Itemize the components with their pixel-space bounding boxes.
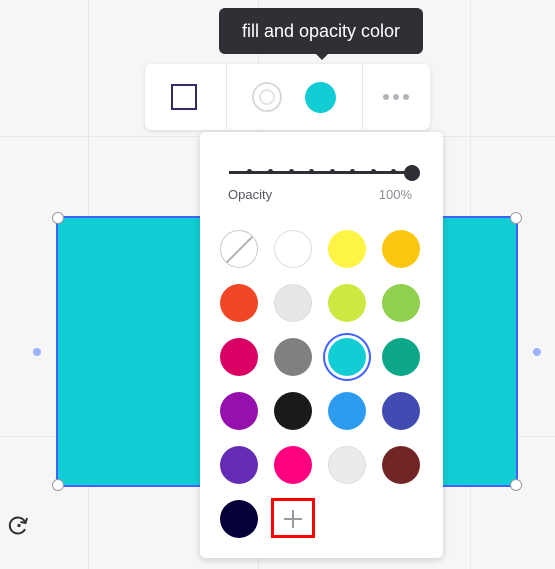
toolbar-divider <box>226 64 227 130</box>
square-outline-icon[interactable] <box>171 84 197 110</box>
connector-point-right[interactable] <box>533 348 541 356</box>
color-swatch[interactable] <box>328 392 366 430</box>
color-swatch[interactable] <box>382 392 420 430</box>
tooltip: fill and opacity color <box>219 8 423 54</box>
opacity-label: Opacity <box>228 187 273 202</box>
resize-handle-bottom-left[interactable] <box>52 479 64 491</box>
color-swatch[interactable] <box>382 338 420 376</box>
color-swatch[interactable] <box>220 500 258 538</box>
color-swatch[interactable] <box>274 284 312 322</box>
resize-handle-bottom-right[interactable] <box>510 479 522 491</box>
no-fill-swatch[interactable] <box>220 230 258 268</box>
plus-icon[interactable] <box>271 498 315 538</box>
toolbar-divider <box>362 64 363 130</box>
color-picker-popover: Opacity 100% <box>200 132 443 558</box>
context-toolbar <box>145 64 430 130</box>
color-swatch[interactable] <box>328 284 366 322</box>
resize-handle-top-right[interactable] <box>510 212 522 224</box>
opacity-value: 100% <box>378 187 412 202</box>
opacity-slider-track[interactable] <box>229 169 412 174</box>
resize-handle-top-left[interactable] <box>52 212 64 224</box>
color-swatch[interactable] <box>274 230 312 268</box>
color-swatch[interactable] <box>328 338 366 376</box>
tooltip-arrow <box>314 52 330 60</box>
connector-point-left[interactable] <box>33 348 41 356</box>
color-swatch[interactable] <box>328 446 366 484</box>
color-swatch[interactable] <box>220 338 258 376</box>
color-swatch[interactable] <box>220 284 258 322</box>
color-swatch[interactable] <box>274 446 312 484</box>
border-color-icon[interactable] <box>252 82 282 112</box>
color-swatch[interactable] <box>274 392 312 430</box>
color-swatch[interactable] <box>220 392 258 430</box>
color-swatch[interactable] <box>382 230 420 268</box>
color-swatch[interactable] <box>382 446 420 484</box>
more-dots-icon[interactable] <box>383 93 409 101</box>
fill-color-button[interactable] <box>305 82 336 113</box>
color-swatch[interactable] <box>382 284 420 322</box>
color-swatch[interactable] <box>220 446 258 484</box>
color-swatch[interactable] <box>274 338 312 376</box>
color-swatch[interactable] <box>328 230 366 268</box>
opacity-slider-thumb[interactable] <box>404 165 420 181</box>
rotate-icon[interactable] <box>8 514 30 536</box>
